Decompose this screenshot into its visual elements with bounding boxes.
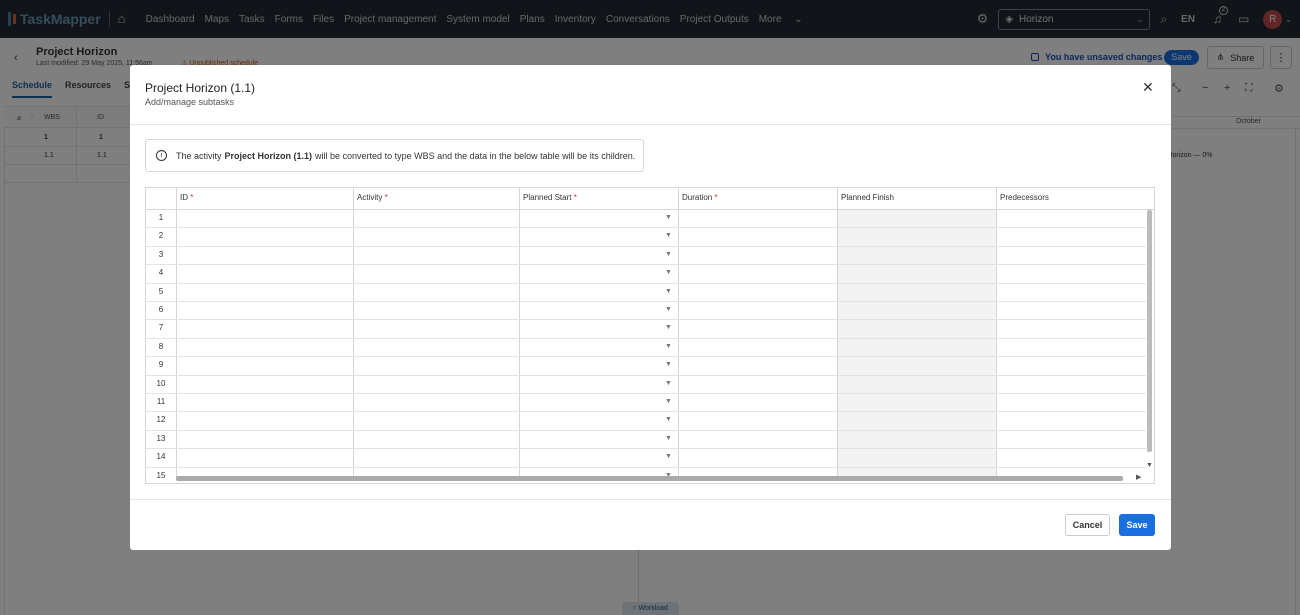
table-body: 1▼2▼3▼4▼5▼6▼7▼8▼9▼10▼11▼12▼13▼14▼15▼ — [146, 210, 1154, 480]
date-dropdown-icon[interactable]: ▼ — [665, 343, 672, 350]
table-row[interactable]: 6 ▼ — [146, 302, 1146, 321]
table-row[interactable]: 2 ▼ — [146, 228, 1146, 247]
row-number: 11 — [156, 397, 166, 406]
col-label: Activity — [357, 193, 383, 202]
close-icon[interactable]: ✕ — [1142, 79, 1154, 96]
table-row[interactable]: 8 ▼ — [146, 339, 1146, 358]
required-marker: * — [190, 193, 194, 202]
date-dropdown-icon[interactable]: ▼ — [665, 380, 672, 387]
col-header-id[interactable]: ID * — [176, 188, 353, 210]
date-dropdown-icon[interactable]: ▼ — [665, 214, 672, 221]
info-banner: i The activity Project Horizon (1.1) wil… — [145, 139, 644, 172]
table-row[interactable]: 3 ▼ — [146, 247, 1146, 266]
info-text: The activity — [176, 150, 222, 161]
col-header-planned-start[interactable]: Planned Start * — [519, 188, 678, 210]
row-number: 3 — [158, 249, 164, 259]
table-row[interactable]: 11 ▼ — [146, 394, 1146, 413]
table-row[interactable]: 9 ▼ — [146, 357, 1146, 376]
cancel-button[interactable]: Cancel — [1065, 514, 1110, 536]
row-number: 5 — [158, 286, 164, 296]
row-number: 14 — [156, 452, 166, 462]
date-dropdown-icon[interactable]: ▼ — [665, 324, 672, 331]
row-number: 1 — [158, 213, 164, 222]
date-dropdown-icon[interactable]: ▼ — [665, 232, 672, 239]
row-number: 6 — [158, 305, 164, 314]
col-header-predecessors[interactable]: Predecessors — [996, 188, 1154, 210]
row-number: 12 — [156, 415, 166, 425]
required-marker: * — [573, 193, 577, 202]
row-number: 10 — [156, 378, 166, 388]
row-number: 9 — [158, 360, 164, 370]
table-row[interactable]: 13 ▼ — [146, 431, 1146, 450]
info-activity-name: Project Horizon (1.1) — [224, 150, 313, 161]
table-row[interactable]: 10 ▼ — [146, 376, 1146, 394]
row-number: 8 — [158, 341, 164, 351]
required-marker: * — [714, 193, 718, 202]
info-icon: i — [156, 150, 167, 161]
vertical-scrollbar[interactable] — [1147, 210, 1152, 452]
row-number: 13 — [156, 433, 166, 443]
col-label: Predecessors — [1000, 193, 1049, 202]
date-dropdown-icon[interactable]: ▼ — [665, 453, 672, 460]
table-row[interactable]: 12 ▼ — [146, 412, 1146, 431]
save-button[interactable]: Save — [1119, 514, 1155, 536]
date-dropdown-icon[interactable]: ▼ — [665, 251, 672, 258]
row-number: 2 — [158, 231, 164, 241]
col-header-activity[interactable]: Activity * — [353, 188, 519, 210]
date-dropdown-icon[interactable]: ▼ — [665, 361, 672, 368]
subtasks-modal: Project Horizon (1.1) Add/manage subtask… — [130, 65, 1171, 550]
scroll-down-icon[interactable]: ▼ — [1146, 462, 1153, 469]
table-row[interactable]: 1 ▼ — [146, 210, 1146, 229]
subtasks-table: ID * Activity * Planned Start * Duration… — [145, 187, 1155, 484]
table-row[interactable]: 14 ▼ — [146, 449, 1146, 468]
date-dropdown-icon[interactable]: ▼ — [665, 269, 672, 276]
info-text: will be converted to type WBS and the da… — [315, 150, 636, 161]
col-label: ID — [180, 193, 188, 202]
required-marker: * — [384, 193, 388, 202]
col-label: Planned Start — [523, 193, 572, 202]
date-dropdown-icon[interactable]: ▼ — [665, 306, 672, 313]
col-header-duration[interactable]: Duration * — [678, 188, 837, 210]
row-number: 7 — [158, 323, 164, 333]
col-header-planned-finish[interactable]: Planned Finish — [837, 188, 996, 210]
table-header: ID * Activity * Planned Start * Duration… — [146, 188, 1154, 210]
row-number: 4 — [158, 268, 164, 278]
divider — [130, 499, 1171, 500]
table-row[interactable]: 7 ▼ — [146, 320, 1146, 339]
date-dropdown-icon[interactable]: ▼ — [665, 435, 672, 442]
col-label: Planned Finish — [841, 193, 894, 202]
row-number: 15 — [156, 470, 166, 480]
scroll-right-icon[interactable]: ▶ — [1136, 473, 1141, 481]
date-dropdown-icon[interactable]: ▼ — [665, 416, 672, 423]
modal-subtitle: Add/manage subtasks — [145, 97, 235, 107]
divider — [130, 124, 1171, 125]
table-row[interactable]: 4 ▼ — [146, 265, 1146, 284]
table-row[interactable]: 5 ▼ — [146, 284, 1146, 302]
col-label: Duration — [682, 193, 713, 202]
date-dropdown-icon[interactable]: ▼ — [665, 398, 672, 405]
modal-title: Project Horizon (1.1) — [145, 81, 256, 95]
horizontal-scrollbar[interactable] — [176, 476, 1123, 481]
date-dropdown-icon[interactable]: ▼ — [665, 288, 672, 295]
